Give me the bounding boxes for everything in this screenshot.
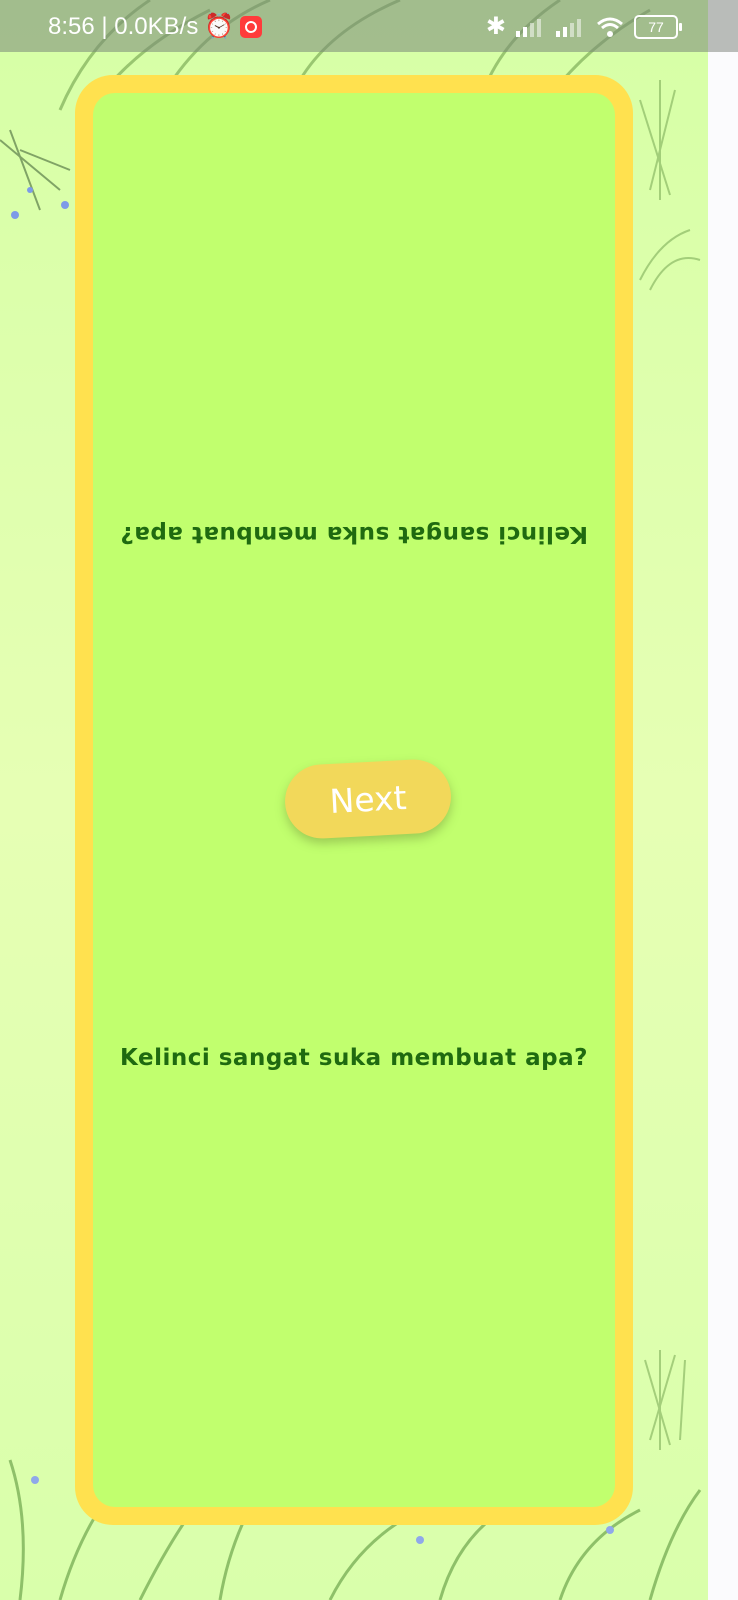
right-edge-statusbar — [708, 0, 738, 52]
bluetooth-icon: ✱ — [485, 13, 506, 40]
question-text-flipped: Kelinci sangat suka membuat apa? — [120, 521, 588, 547]
status-right: ✱ 77 — [485, 12, 682, 41]
status-bar: 8:56 | 0.0KB/s ⏰ ✱ 77 — [0, 0, 708, 52]
status-time-speed: 8:56 | 0.0KB/s — [48, 12, 199, 40]
record-icon — [240, 15, 263, 38]
signal-icon — [556, 18, 581, 37]
status-left: 8:56 | 0.0KB/s ⏰ — [48, 12, 263, 41]
plant-right-bottom-icon — [644, 1350, 686, 1450]
plant-right-icon — [639, 80, 701, 291]
next-button[interactable]: Next — [283, 757, 453, 841]
alarm-icon: ⏰ — [204, 13, 235, 40]
app-screen: 8:56 | 0.0KB/s ⏰ ✱ 77 Kelinci sangat suk… — [0, 0, 708, 1600]
question-card: Kelinci sangat suka membuat apa? Next Ke… — [75, 75, 633, 1525]
question-card-inner: Kelinci sangat suka membuat apa? Next Ke… — [93, 93, 615, 1507]
plant-left-icon — [0, 129, 71, 219]
right-edge-strip — [708, 0, 738, 1600]
wifi-icon — [597, 17, 623, 37]
question-text: Kelinci sangat suka membuat apa? — [120, 1045, 588, 1071]
battery-icon: 77 — [634, 14, 682, 39]
signal-icon — [516, 18, 541, 37]
